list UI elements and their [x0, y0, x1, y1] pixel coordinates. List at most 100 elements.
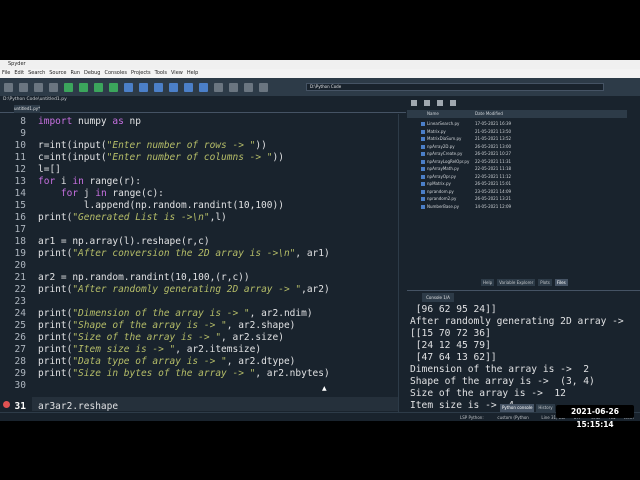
up-icon[interactable]	[437, 100, 443, 106]
code-token: , ar2.ndim)	[249, 308, 313, 319]
code-token: ))	[272, 152, 284, 163]
console-text: [96 62 95 24]]	[410, 304, 497, 315]
line-number: 26	[14, 332, 26, 343]
menu-edit[interactable]: Edit	[14, 69, 24, 78]
tab-history[interactable]: History	[536, 404, 555, 412]
menu-search[interactable]: Search	[28, 69, 45, 78]
save-all-icon[interactable]	[49, 82, 58, 92]
open-file-icon[interactable]	[19, 82, 28, 92]
file-row[interactable]: nprandom.py 23-05-2021 14:09	[407, 188, 627, 196]
step-into-icon[interactable]	[154, 82, 163, 92]
tab-files[interactable]: Files	[554, 279, 568, 286]
tab-help[interactable]: Help	[481, 279, 495, 286]
console-output-line: Shape of the array is -> (3, 4)	[410, 376, 595, 387]
debug-icon[interactable]	[124, 82, 133, 92]
line-number: 30	[14, 380, 26, 391]
menu-file[interactable]: File	[2, 69, 10, 78]
line-number: 22	[14, 284, 26, 295]
file-row[interactable]: MatrixDiaSum.py 21-05-2021 13:52	[407, 135, 627, 143]
console-output-line: [[15 70 72 36]	[410, 328, 491, 339]
file-row[interactable]: Matrix.py 21-05-2021 13:50	[407, 128, 627, 136]
step-icon[interactable]	[139, 82, 148, 92]
file-list: LinearSearch.py 17-05-2021 16:39 Matrix.py…	[407, 120, 627, 280]
code-token: "Enter number of columns -> "	[106, 152, 273, 163]
menu-debug[interactable]: Debug	[84, 69, 100, 78]
file-date: 22-05-2021 11:18	[475, 166, 512, 171]
preferences-icon[interactable]	[244, 82, 253, 92]
file-name: npArrayMath.py	[427, 166, 460, 171]
tab-plots[interactable]: Plots	[538, 279, 552, 286]
run-cell-advance-icon[interactable]	[94, 82, 103, 92]
menu-tools[interactable]: Tools	[155, 69, 167, 78]
code-line: print("Generated List is ->\n",l)	[38, 212, 227, 223]
code-line: import numpy as np	[38, 116, 141, 127]
status-bar: LSP Python: ready custom (Python 3.7.6) …	[0, 412, 640, 421]
file-row[interactable]: npArrayMath.py 22-05-2021 11:18	[407, 165, 627, 173]
line-number: 28	[14, 356, 26, 367]
python-file-icon	[421, 137, 425, 141]
run-icon[interactable]	[64, 82, 73, 92]
maximize-pane-icon[interactable]	[214, 82, 223, 92]
code-token: l.append(np.random.randint(10,100))	[38, 200, 284, 211]
line-number: 24	[14, 308, 26, 319]
tab-python-console[interactable]: Python console	[500, 404, 535, 412]
file-row[interactable]: LinearSearch.py 17-05-2021 16:39	[407, 120, 627, 128]
new-file-icon[interactable]	[4, 82, 13, 92]
video-timestamp: 2021-06-26 15:15:14	[556, 405, 634, 429]
date-column-header[interactable]: Date Modified	[475, 110, 503, 118]
tab-console[interactable]: Console 1/A	[422, 293, 454, 302]
back-icon[interactable]	[411, 100, 417, 106]
save-icon[interactable]	[34, 82, 43, 92]
tab-untitled1[interactable]: untitled1.py*	[14, 105, 40, 113]
tab-variable-explorer[interactable]: Variable Explorer	[497, 279, 536, 286]
file-row[interactable]: NumberBase.py 14-05-2021 12:09	[407, 203, 627, 211]
code-token: print(	[38, 308, 73, 319]
python-file-icon	[421, 122, 425, 126]
file-date: 22-05-2021 11:31	[475, 158, 512, 164]
code-token: ar2 = np.random.randint(10,100,(r,c))	[38, 272, 250, 283]
name-column-header[interactable]: Name	[427, 110, 439, 118]
code-token: j	[78, 188, 96, 199]
code-line: r=int(input("Enter number of rows -> "))	[38, 140, 267, 151]
editor-scrollbar[interactable]	[398, 114, 406, 421]
mouse-cursor-icon: ▲	[322, 385, 327, 392]
line-number: 11	[14, 152, 26, 163]
file-row[interactable]: nprandom2.py 26-05-2021 13:21	[407, 195, 627, 203]
file-row[interactable]: npMatrix.py 26-05-2021 15:01	[407, 180, 627, 188]
menu-help[interactable]: Help	[187, 69, 198, 78]
file-row[interactable]: npArrayLogRelOpr.py 22-05-2021 11:31	[407, 158, 627, 166]
working-directory-input[interactable]: D:\Python Code	[306, 83, 604, 91]
pythonpath-icon[interactable]	[259, 82, 268, 92]
code-editor[interactable]: 8 9 10 11 12 13 14 15 16 17 18 19 20 21 22 23 24 25 26 27 28…	[0, 114, 398, 421]
file-row[interactable]: npArray2D.py 26-05-2021 13:00	[407, 143, 627, 151]
file-date: 26-05-2021 10:27	[475, 151, 512, 156]
menu-projects[interactable]: Projects	[131, 69, 151, 78]
code-line: print("Size of the array is -> ", ar2.si…	[38, 332, 284, 343]
fullscreen-icon[interactable]	[229, 82, 238, 92]
code-line: print("Item size is -> ", ar2.itemsize)	[38, 344, 261, 355]
file-row[interactable]: npArrayCreate.py 26-05-2021 10:27	[407, 150, 627, 158]
line-number: 9	[20, 128, 26, 139]
forward-icon[interactable]	[424, 100, 430, 106]
continue-icon[interactable]	[184, 82, 193, 92]
file-date: 21-05-2021 13:50	[475, 128, 512, 134]
menu-run[interactable]: Run	[70, 69, 80, 78]
code-token: import	[38, 116, 73, 127]
run-cell-icon[interactable]	[79, 82, 88, 92]
file-date: 23-05-2021 14:09	[475, 188, 512, 194]
code-line: for j in range(c):	[38, 188, 164, 199]
run-selection-icon[interactable]	[109, 82, 118, 92]
file-name: npArrayLogRelOpr.py	[427, 158, 470, 164]
menu-source[interactable]: Source	[49, 69, 66, 78]
code-token: "Item size is -> "	[72, 344, 176, 355]
console-tabs: Console 1/A	[407, 290, 640, 302]
menu-view[interactable]: View	[171, 69, 183, 78]
filter-icon[interactable]	[450, 100, 456, 106]
file-date: 22-05-2021 11:12	[475, 173, 512, 179]
menu-consoles[interactable]: Consoles	[104, 69, 126, 78]
stop-debug-icon[interactable]	[199, 82, 208, 92]
code-token: for	[38, 176, 56, 187]
editor-tabs: untitled1.py*	[0, 104, 406, 113]
file-row[interactable]: npArrayOpr.py 22-05-2021 11:12	[407, 173, 627, 181]
step-return-icon[interactable]	[169, 82, 178, 92]
